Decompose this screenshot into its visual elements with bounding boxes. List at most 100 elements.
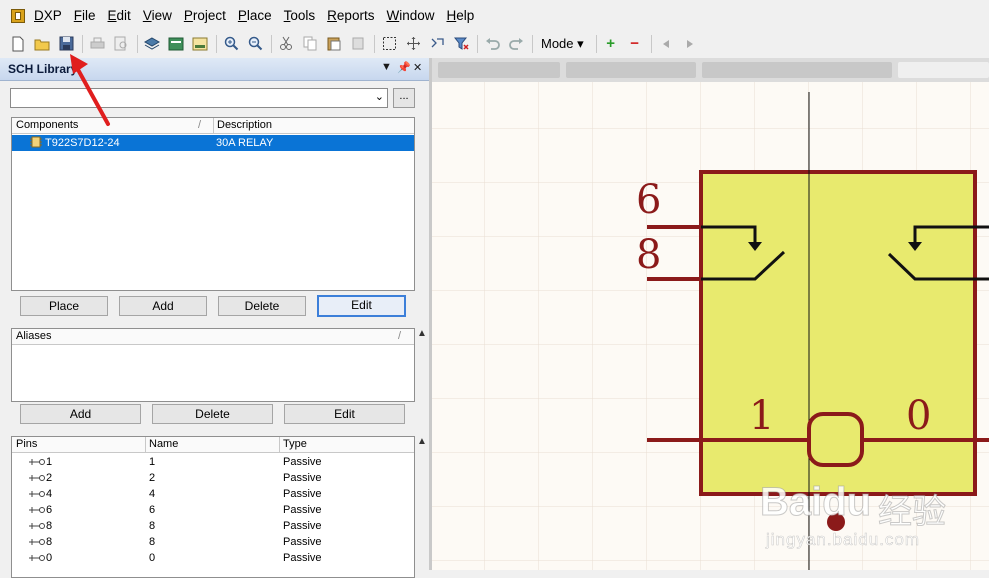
pin-row[interactable]: 4 4 Passive <box>12 486 414 502</box>
document-tab[interactable] <box>438 62 560 78</box>
document-tab-bar <box>432 58 989 83</box>
component-row[interactable]: T922S7D12-24 30A RELAY <box>12 135 414 151</box>
pin-name: 8 <box>149 536 156 548</box>
dxp-app-icon[interactable] <box>11 8 25 23</box>
toolbar-separator <box>477 34 478 53</box>
toolbar-separator <box>137 34 138 53</box>
pin-type: Passive <box>283 520 322 532</box>
menu-place[interactable]: Place <box>234 8 280 23</box>
zoom-out-icon[interactable] <box>245 34 265 54</box>
type-column-header[interactable]: Type <box>283 438 307 450</box>
menu-help[interactable]: Help <box>442 8 482 23</box>
delete-alias-button[interactable]: Delete <box>152 404 273 424</box>
toolbar-separator <box>216 34 217 53</box>
pin-row[interactable]: 8 8 Passive <box>12 518 414 534</box>
edit-component-button[interactable]: Edit <box>317 295 406 317</box>
panel-pin-icon[interactable]: 📌 <box>397 61 411 74</box>
menu-bar: DXP File Edit View Project Place Tools R… <box>0 0 989 31</box>
pin-number-8: 8 <box>636 232 661 278</box>
pins-column-header[interactable]: Pins <box>16 438 37 450</box>
open-folder-icon[interactable] <box>32 34 52 54</box>
column-separator <box>279 437 280 452</box>
print-icon[interactable] <box>87 34 107 54</box>
menu-dxp[interactable]: DXP <box>30 8 70 23</box>
toolbar-separator <box>595 34 597 53</box>
pin-row[interactable]: 0 0 Passive <box>12 550 414 566</box>
sheet-icon[interactable] <box>190 34 210 54</box>
select-area-icon[interactable] <box>379 34 399 54</box>
pin-row[interactable]: 6 6 Passive <box>12 502 414 518</box>
components-list[interactable]: Components / Description T922S7D12-24 30… <box>11 117 415 291</box>
pin-name: 6 <box>149 504 156 516</box>
pin-type: Passive <box>283 552 322 564</box>
pin-name: 4 <box>149 488 156 500</box>
menu-project[interactable]: Project <box>180 8 234 23</box>
panel-menu-icon[interactable]: ▼ <box>381 61 392 73</box>
menu-window[interactable]: Window <box>382 8 442 23</box>
copy-icon[interactable] <box>300 34 320 54</box>
delete-component-button[interactable]: Delete <box>218 296 306 316</box>
menu-reports[interactable]: Reports <box>323 8 382 23</box>
pin-symbol-icon <box>28 518 46 535</box>
mode-dropdown-button[interactable]: Mode ▾ <box>537 36 588 52</box>
nav-back-icon[interactable] <box>656 34 676 54</box>
document-tab[interactable] <box>566 62 696 78</box>
document-tab[interactable] <box>702 62 892 78</box>
redo-icon[interactable] <box>506 34 526 54</box>
menu-tools[interactable]: Tools <box>280 8 324 23</box>
undo-icon[interactable] <box>482 34 502 54</box>
pin-symbol-icon <box>28 550 46 567</box>
pin-number-6: 6 <box>636 177 661 223</box>
add-alias-button[interactable]: Add <box>20 404 141 424</box>
toolbar-separator <box>532 34 533 53</box>
pin-row[interactable]: 2 2 Passive <box>12 470 414 486</box>
new-file-icon[interactable] <box>8 34 28 54</box>
add-plus-icon[interactable]: + <box>601 34 621 54</box>
cut-icon[interactable] <box>276 34 296 54</box>
clear-filter-icon[interactable] <box>451 34 471 54</box>
aliases-list[interactable]: Aliases / <box>11 328 415 402</box>
document-tab-active[interactable] <box>898 62 989 78</box>
chevron-down-icon[interactable]: ⌄ <box>375 90 384 103</box>
watermark-brand-cn: 经验 <box>878 492 947 533</box>
pin-symbol-icon <box>28 502 46 519</box>
pin-type: Passive <box>283 504 322 516</box>
toolbar-separator <box>82 34 83 53</box>
component-name: T922S7D12-24 <box>45 137 120 149</box>
collapse-pins-icon[interactable]: ▲ <box>417 436 427 447</box>
add-component-button[interactable]: Add <box>119 296 207 316</box>
menu-file[interactable]: File <box>70 8 104 23</box>
sort-indicator-icon: / <box>398 330 402 342</box>
pin-number-1: 1 <box>749 393 774 439</box>
paste-icon[interactable] <box>324 34 344 54</box>
pin-symbol-icon <box>28 534 46 551</box>
annotation-arrow <box>70 54 110 126</box>
menu-edit[interactable]: Edit <box>104 8 139 23</box>
rubber-stamp-icon[interactable] <box>348 34 368 54</box>
pin-row[interactable]: 1 1 Passive <box>12 454 414 470</box>
aliases-column-header[interactable]: Aliases <box>16 330 51 342</box>
pin-row[interactable]: 8 8 Passive <box>12 534 414 550</box>
move-selection-icon[interactable] <box>427 34 447 54</box>
pin-designator: 0 <box>46 552 53 564</box>
pins-list[interactable]: Pins Name Type 1 1 Passive 2 2 Passive 4 4 Passi… <box>11 436 415 578</box>
place-button[interactable]: Place <box>20 296 108 316</box>
zoom-in-icon[interactable] <box>221 34 241 54</box>
pin-name: 8 <box>149 520 156 532</box>
browse-button[interactable]: ... <box>393 88 415 108</box>
column-separator <box>213 118 214 133</box>
edit-alias-button[interactable]: Edit <box>284 404 405 424</box>
collapse-aliases-icon[interactable]: ▲ <box>417 328 427 339</box>
print-preview-icon[interactable] <box>111 34 131 54</box>
name-column-header[interactable]: Name <box>149 438 178 450</box>
save-icon[interactable] <box>56 34 76 54</box>
panel-close-icon[interactable]: ✕ <box>413 61 422 74</box>
component-layers-icon[interactable] <box>142 34 162 54</box>
toolbar-separator <box>650 34 652 53</box>
remove-minus-icon[interactable]: − <box>625 34 645 54</box>
menu-view[interactable]: View <box>139 8 180 23</box>
description-column-header[interactable]: Description <box>217 119 272 131</box>
move-icon[interactable] <box>403 34 423 54</box>
nav-forward-icon[interactable] <box>680 34 700 54</box>
library-panel-icon[interactable] <box>166 34 186 54</box>
